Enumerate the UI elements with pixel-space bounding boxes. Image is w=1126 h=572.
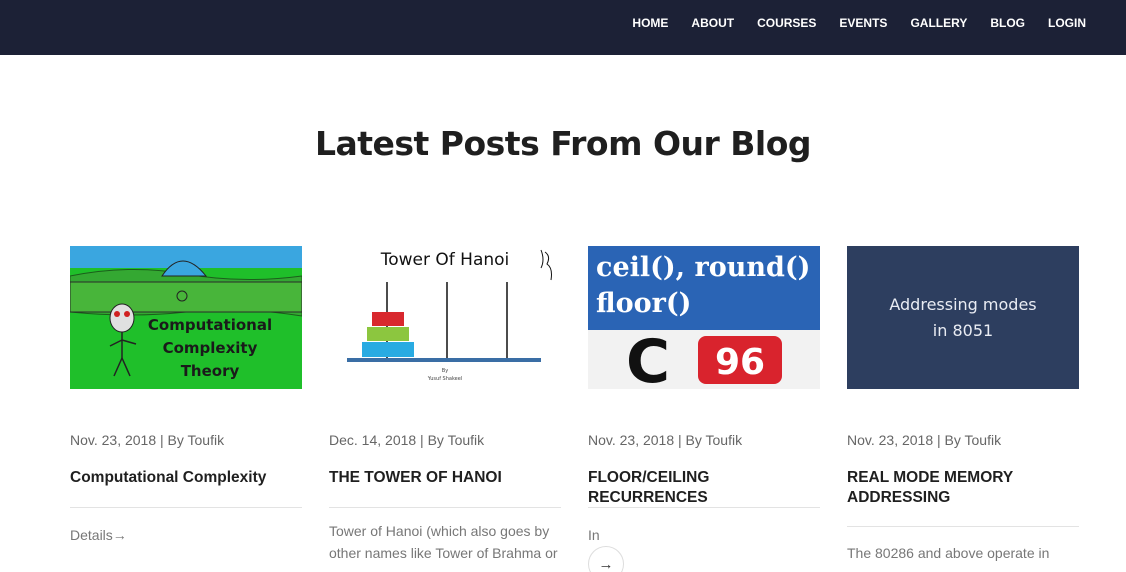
divider	[70, 507, 302, 508]
nav-home[interactable]: HOME	[632, 16, 668, 30]
thumb-title: Tower Of Hanoi	[380, 250, 510, 270]
thumb-text-line-2: Complexity	[163, 339, 258, 357]
post-title[interactable]: THE TOWER OF HANOI	[329, 468, 561, 488]
post-thumbnail-addressing-modes[interactable]: Addressing modes in 8051	[847, 246, 1079, 389]
divider	[847, 526, 1079, 527]
section-title: Latest Posts From Our Blog	[314, 124, 812, 163]
post-excerpt: The 80286 and above operate in	[847, 545, 1050, 561]
post-title[interactable]: REAL MODE MEMORY ADDRESSING	[847, 468, 1079, 508]
post-thumbnail-computational-complexity[interactable]: Computational Complexity Theory	[70, 246, 302, 389]
thumb-byline-by: By	[442, 368, 448, 374]
tower-of-hanoi-illustration: Tower Of Hanoi By Yusuf Shakeel	[347, 249, 552, 382]
nav-gallery[interactable]: GALLERY	[910, 16, 967, 30]
post-excerpt: Tower of Hanoi (which also goes by other…	[329, 523, 558, 561]
nav-login[interactable]: LOGIN	[1048, 16, 1086, 30]
post-title[interactable]: Computational Complexity	[70, 468, 302, 488]
blog-card-1: Computational Complexity Theory Nov. 23,…	[70, 246, 302, 543]
arrow-right-icon: →	[598, 555, 614, 572]
thumb-text-line-3: Theory	[181, 362, 240, 380]
thumb-byline-author: Yusuf Shakeel	[427, 376, 462, 382]
post-excerpt: In	[588, 527, 600, 543]
read-more-arrow-button[interactable]: →	[588, 546, 624, 572]
blog-card-2: Tower Of Hanoi By Yusuf Shakeel Dec. 14,…	[329, 246, 561, 561]
thumb-line-2: floor()	[596, 288, 691, 319]
post-meta: Nov. 23, 2018 | By Toufik	[588, 432, 743, 448]
thumb-caption-line-1: Addressing modes	[889, 294, 1037, 314]
top-navbar: HOME ABOUT COURSES EVENTS GALLERY BLOG L…	[0, 0, 1126, 55]
post-thumbnail-tower-of-hanoi[interactable]: Tower Of Hanoi By Yusuf Shakeel	[329, 246, 561, 389]
nav-events[interactable]: EVENTS	[839, 16, 887, 30]
c-functions-illustration: ceil(), round() floor() C 96	[588, 246, 820, 389]
divider	[588, 507, 820, 508]
post-title[interactable]: FLOOR/CEILING RECURRENCES	[588, 468, 820, 508]
cartoon-illustration: Computational Complexity Theory	[70, 246, 302, 389]
post-thumbnail-floor-ceiling[interactable]: ceil(), round() floor() C 96	[588, 246, 820, 389]
thumb-line-1: ceil(), round()	[596, 252, 810, 283]
thumb-caption: Addressing modes in 8051	[889, 292, 1036, 344]
post-meta: Nov. 23, 2018 | By Toufik	[847, 432, 1002, 448]
nav-courses[interactable]: COURSES	[757, 16, 816, 30]
details-link[interactable]: Details→	[70, 527, 127, 543]
post-meta: Dec. 14, 2018 | By Toufik	[329, 432, 485, 448]
thumb-c-letter: C	[626, 327, 670, 389]
blog-card-4: Addressing modes in 8051 Nov. 23, 2018 |…	[847, 246, 1079, 561]
thumb-caption-line-2: in 8051	[932, 320, 994, 340]
blog-card-3: ceil(), round() floor() C 96 Nov. 23, 20…	[588, 246, 820, 572]
divider	[329, 507, 561, 508]
post-meta: Nov. 23, 2018 | By Toufik	[70, 432, 225, 448]
main-nav: HOME ABOUT COURSES EVENTS GALLERY BLOG L…	[609, 0, 1086, 45]
thumb-text-line-1: Computational	[148, 316, 272, 334]
thumb-number: 96	[715, 342, 765, 383]
nav-blog[interactable]: BLOG	[990, 16, 1025, 30]
nav-about[interactable]: ABOUT	[691, 16, 734, 30]
